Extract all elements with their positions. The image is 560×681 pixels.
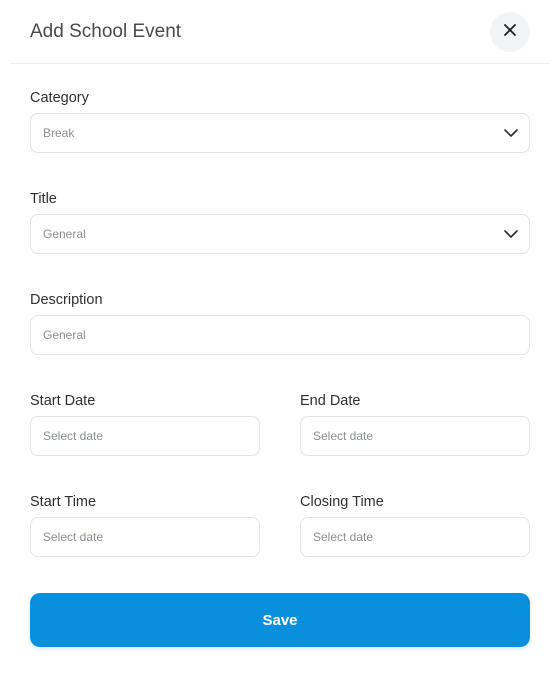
description-label: Description — [30, 292, 103, 308]
modal-title: Add School Event — [30, 21, 182, 42]
start-date-picker[interactable]: Select date — [30, 416, 260, 456]
title-select[interactable]: General — [30, 214, 530, 254]
closing-time-picker[interactable]: Select date — [300, 517, 530, 557]
closing-time-label: Closing Time — [300, 494, 384, 510]
chevron-down-icon — [503, 226, 519, 242]
end-date-picker[interactable]: Select date — [300, 416, 530, 456]
end-date-placeholder: Select date — [313, 429, 374, 443]
modal-header: Add School Event — [10, 0, 550, 64]
start-time-placeholder: Select date — [43, 530, 104, 544]
save-button[interactable]: Save — [30, 593, 530, 647]
start-date-placeholder: Select date — [43, 429, 104, 443]
description-value: General — [43, 328, 86, 342]
category-select[interactable]: Break — [30, 113, 530, 153]
title-value: General — [43, 227, 86, 241]
closing-time-placeholder: Select date — [313, 530, 374, 544]
close-icon — [503, 23, 517, 42]
title-label: Title — [30, 191, 57, 207]
description-input[interactable]: General — [30, 315, 530, 355]
start-time-label: Start Time — [30, 494, 97, 510]
category-label: Category — [30, 90, 89, 106]
chevron-down-icon — [503, 125, 519, 141]
start-time-picker[interactable]: Select date — [30, 517, 260, 557]
close-button[interactable] — [490, 12, 530, 52]
start-date-label: Start Date — [30, 393, 96, 409]
add-school-event-modal: Add School Event Category Break Title Ge… — [0, 0, 560, 681]
end-date-label: End Date — [300, 393, 361, 409]
category-value: Break — [43, 126, 75, 140]
